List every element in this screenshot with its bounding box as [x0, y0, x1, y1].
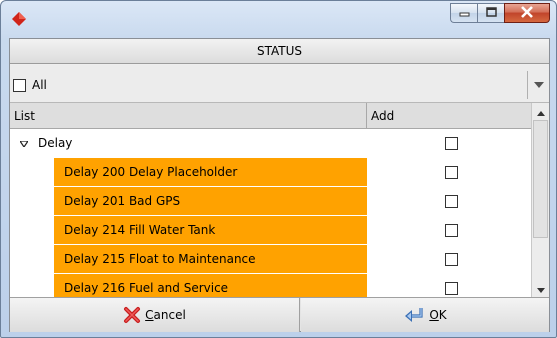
- row-label: Delay 215 Float to Maintenance: [54, 245, 367, 274]
- dialog-content: STATUS All List Add Delay Delay 200 Dela…: [9, 38, 550, 332]
- table-body: Delay Delay 200 Delay Placeholder Delay …: [10, 129, 531, 297]
- group-label: Delay: [38, 136, 73, 150]
- all-label[interactable]: All: [32, 78, 47, 92]
- chevron-down-icon: [533, 82, 544, 88]
- scroll-down-button[interactable]: [532, 280, 549, 297]
- table-row[interactable]: Delay 214 Fill Water Tank: [10, 216, 531, 245]
- minimize-button[interactable]: [450, 3, 477, 23]
- maximize-button[interactable]: [477, 3, 504, 23]
- row-label: Delay 214 Fill Water Tank: [54, 216, 367, 245]
- cancel-button[interactable]: Cancel: [10, 298, 300, 332]
- dialog-window: STATUS All List Add Delay Delay 200 Dela…: [0, 0, 557, 338]
- row-label: Delay 201 Bad GPS: [54, 187, 367, 216]
- expanded-triangle-icon[interactable]: [18, 129, 30, 158]
- row-add-checkbox[interactable]: [445, 195, 458, 208]
- close-button[interactable]: [504, 3, 550, 23]
- red-x-icon: [123, 306, 141, 324]
- scroll-up-button[interactable]: [532, 103, 549, 120]
- vertical-scrollbar[interactable]: [531, 103, 549, 297]
- table-row[interactable]: Delay 200 Delay Placeholder: [10, 158, 531, 187]
- filter-dropdown-button[interactable]: [527, 71, 549, 99]
- ok-label-rest: K: [438, 308, 447, 322]
- status-header: STATUS: [10, 39, 549, 64]
- table-row[interactable]: Delay 216 Fuel and Service: [10, 274, 531, 297]
- group-row-delay[interactable]: Delay: [10, 129, 531, 158]
- enter-arrow-icon: [403, 306, 425, 324]
- row-add-checkbox[interactable]: [445, 253, 458, 266]
- ok-label: OK: [429, 308, 446, 322]
- cancel-mnemonic: C: [145, 308, 154, 322]
- status-table: List Add Delay Delay 200 Delay Placehold…: [10, 103, 549, 297]
- all-checkbox[interactable]: [13, 79, 26, 92]
- scroll-thumb[interactable]: [533, 120, 548, 238]
- group-add-checkbox[interactable]: [445, 137, 458, 150]
- maximize-icon: [485, 6, 497, 20]
- minimize-icon: [459, 6, 470, 20]
- title-bar[interactable]: [1, 1, 556, 38]
- row-add-checkbox[interactable]: [445, 224, 458, 237]
- arrow-up-icon: [536, 105, 545, 119]
- ok-mnemonic: O: [429, 308, 439, 322]
- button-bar: Cancel OK: [10, 297, 549, 332]
- ok-button[interactable]: OK: [301, 298, 549, 332]
- cancel-label: Cancel: [145, 308, 186, 322]
- arrow-down-icon: [536, 282, 545, 296]
- filter-row: All: [10, 65, 549, 103]
- cancel-label-rest: ancel: [153, 308, 186, 322]
- row-label: Delay 200 Delay Placeholder: [54, 158, 367, 187]
- column-header-list[interactable]: List: [10, 103, 367, 129]
- close-icon: [520, 5, 534, 21]
- row-label: Delay 216 Fuel and Service: [54, 274, 367, 297]
- window-controls: [450, 3, 550, 24]
- column-header-add[interactable]: Add: [367, 103, 531, 129]
- red-diamond-app-icon: [11, 11, 27, 27]
- row-add-checkbox[interactable]: [445, 166, 458, 179]
- table-header: List Add: [10, 103, 531, 129]
- table-row[interactable]: Delay 201 Bad GPS: [10, 187, 531, 216]
- group-cell: Delay: [18, 129, 73, 158]
- row-add-checkbox[interactable]: [445, 282, 458, 295]
- table-row[interactable]: Delay 215 Float to Maintenance: [10, 245, 531, 274]
